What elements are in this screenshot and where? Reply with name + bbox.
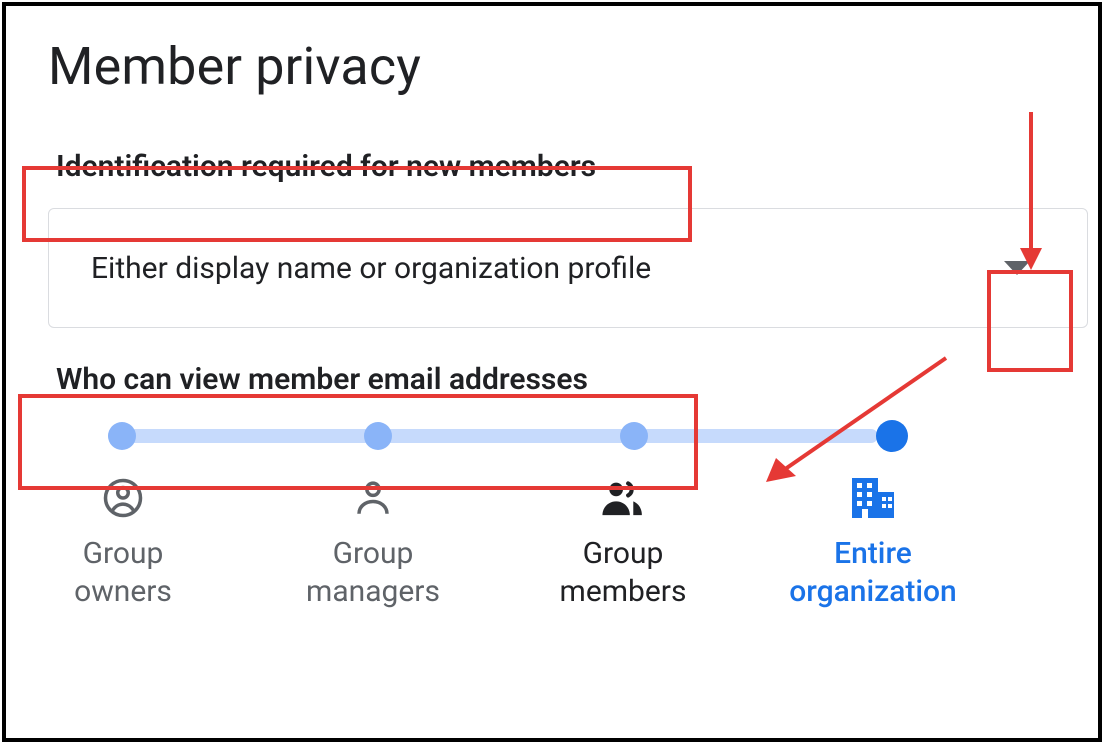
owner-icon [0, 475, 248, 521]
dropdown-caret-icon[interactable] [977, 228, 1057, 308]
access-level-slider[interactable]: Group owners Group managers [68, 419, 1088, 610]
manager-icon [248, 475, 498, 521]
identification-select[interactable]: Either display name or organization prof… [48, 208, 1088, 328]
members-icon [498, 475, 748, 521]
identification-select-value: Either display name or organization prof… [91, 251, 651, 286]
email-view-section: Who can view member email addresses Gro [48, 358, 1064, 610]
option-group-members[interactable]: Group members [498, 475, 748, 610]
option-label: Entire organization [748, 535, 998, 610]
access-level-options: Group owners Group managers [68, 419, 1058, 610]
identification-section: Identification required for new members … [48, 145, 1064, 328]
option-label: Group managers [248, 535, 498, 610]
email-view-label: Who can view member email addresses [48, 358, 596, 401]
option-group-owners[interactable]: Group owners [0, 475, 248, 610]
organization-icon [748, 475, 998, 521]
identification-label: Identification required for new members [48, 145, 604, 188]
option-entire-organization[interactable]: Entire organization [748, 475, 998, 610]
page-title: Member privacy [48, 36, 1064, 97]
option-label: Group owners [0, 535, 248, 610]
option-group-managers[interactable]: Group managers [248, 475, 498, 610]
settings-panel: Member privacy Identification required f… [2, 2, 1102, 742]
option-label: Group members [498, 535, 748, 610]
